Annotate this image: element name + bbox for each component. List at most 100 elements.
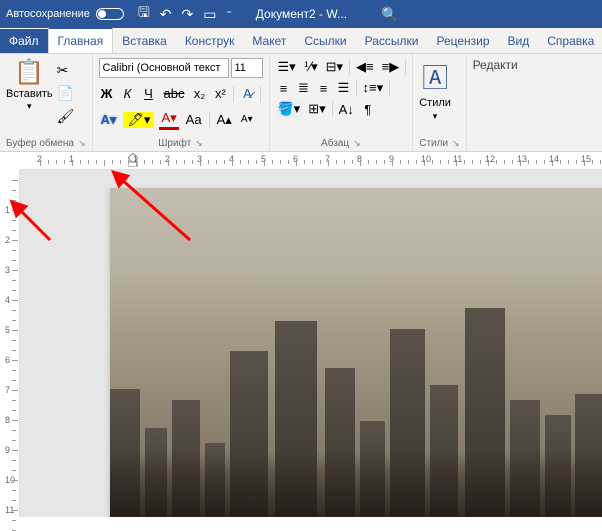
inserted-image[interactable] xyxy=(110,188,602,517)
ruler-number: 3 xyxy=(5,265,10,275)
underline-button[interactable]: Ч xyxy=(141,85,157,102)
horizontal-ruler[interactable]: ⌐ 2112345678910111213141516 xyxy=(20,152,602,170)
ruler-number: 2 xyxy=(5,235,10,245)
group-styles: 🄰 Стили ▾ Стили ↘ xyxy=(413,54,466,151)
toggle-switch-icon[interactable] xyxy=(96,8,124,20)
tab-insert[interactable]: Вставка xyxy=(113,29,176,53)
styles-button[interactable]: Стили xyxy=(419,97,451,109)
clipboard-launcher-icon[interactable]: ↘ xyxy=(78,138,86,149)
ruler-number: 11 xyxy=(453,154,462,164)
copy-icon[interactable]: 📄 xyxy=(57,85,75,102)
increase-indent-button[interactable]: ≡▶ xyxy=(380,58,402,76)
ruler-number: 8 xyxy=(5,415,10,425)
font-color-button[interactable]: A▾ xyxy=(159,109,178,130)
multilevel-button[interactable]: ⊟▾ xyxy=(324,58,345,76)
group-font: Ж К Ч abc x₂ x² A̷ A▾ 🖊▾ A▾ Aa A▴ A▾ Шри… xyxy=(93,54,270,151)
font-label: Шрифт xyxy=(158,138,191,149)
paste-button[interactable]: Вставить xyxy=(6,88,53,100)
ruler-number: 15 xyxy=(581,154,591,164)
ruler-number: 5 xyxy=(5,325,10,335)
format-painter-icon[interactable]: 🖌 xyxy=(57,108,75,125)
ruler-number: 13 xyxy=(517,154,527,164)
redo-icon[interactable]: ↷ xyxy=(182,6,194,23)
ruler-number: 6 xyxy=(5,355,10,365)
tab-view[interactable]: Вид xyxy=(499,29,539,53)
tab-review[interactable]: Рецензир xyxy=(427,29,498,53)
separator xyxy=(405,59,406,75)
group-editing: Редакти xyxy=(467,54,524,151)
autosave-toggle[interactable]: Автосохранение xyxy=(6,8,124,20)
search-icon[interactable]: 🔍 xyxy=(381,6,398,23)
align-center-button[interactable]: ≣ xyxy=(296,79,312,97)
borders-button[interactable]: ⊞▾ xyxy=(306,100,327,118)
bold-button[interactable]: Ж xyxy=(99,85,115,102)
sort-button[interactable]: A↓ xyxy=(337,101,356,118)
strike-button[interactable]: abc xyxy=(162,85,187,102)
document-title: Документ2 - W... xyxy=(256,7,347,21)
paste-icon[interactable]: 📋 xyxy=(14,58,44,87)
tab-layout[interactable]: Макет xyxy=(243,29,295,53)
font-launcher-icon[interactable]: ↘ xyxy=(195,138,203,149)
ruler-number: 10 xyxy=(421,154,431,164)
document-area: 1234567891011 xyxy=(0,170,602,517)
cut-icon[interactable]: ✂ xyxy=(57,62,75,79)
font-size-combo[interactable] xyxy=(231,58,263,78)
char-button[interactable]: Aa xyxy=(184,111,204,128)
tab-file[interactable]: Файл xyxy=(0,29,48,53)
vertical-ruler[interactable]: 1234567891011 xyxy=(0,170,20,517)
bullets-button[interactable]: ☰▾ xyxy=(276,58,298,76)
styles-icon[interactable]: 🄰 xyxy=(422,58,448,95)
tab-help[interactable]: Справка xyxy=(538,29,602,53)
font-name-combo[interactable] xyxy=(99,58,229,78)
quick-access-toolbar: 🖫 ↶ ↷ ▭ ⁼ xyxy=(138,2,232,26)
undo-icon[interactable]: ↶ xyxy=(160,6,172,23)
separator xyxy=(349,59,350,75)
separator xyxy=(356,80,357,96)
shrink-font-button[interactable]: A▾ xyxy=(239,113,255,126)
align-right-button[interactable]: ≡ xyxy=(316,80,332,97)
qat-dropdown-icon[interactable]: ⁼ xyxy=(227,9,232,20)
group-paragraph: ☰▾ ⅟▾ ⊟▾ ◀≡ ≡▶ ≡ ≣ ≡ ☰ ↕≡▾ 🪣▾ ⊞▾ xyxy=(270,54,414,151)
tab-references[interactable]: Ссылки xyxy=(295,29,355,53)
ruler-number: 14 xyxy=(549,154,559,164)
paragraph-label: Абзац xyxy=(321,138,349,149)
tab-design[interactable]: Конструк xyxy=(176,29,244,53)
line-spacing-button[interactable]: ↕≡▾ xyxy=(361,79,386,97)
save-icon[interactable]: 🖫 xyxy=(138,2,150,26)
grow-font-button[interactable]: A▴ xyxy=(215,111,234,129)
numbering-button[interactable]: ⅟▾ xyxy=(302,58,320,76)
superscript-button[interactable]: x² xyxy=(212,85,228,102)
separator xyxy=(233,86,234,102)
subscript-button[interactable]: x₂ xyxy=(191,85,207,102)
highlight-button[interactable]: 🖊▾ xyxy=(123,112,154,128)
separator xyxy=(209,112,210,128)
editing-label[interactable]: Редакти xyxy=(473,58,518,72)
ruler-number: 7 xyxy=(5,385,10,395)
decrease-indent-button[interactable]: ◀≡ xyxy=(354,58,376,76)
italic-button[interactable]: К xyxy=(120,85,136,102)
styles-dropdown-icon[interactable]: ▾ xyxy=(433,111,438,122)
autosave-label: Автосохранение xyxy=(6,8,90,20)
styles-launcher-icon[interactable]: ↘ xyxy=(452,138,460,149)
paragraph-launcher-icon[interactable]: ↘ xyxy=(353,138,361,149)
page-canvas[interactable] xyxy=(20,170,602,517)
show-marks-button[interactable]: ¶ xyxy=(360,101,376,118)
ruler-number: 9 xyxy=(5,445,10,455)
ribbon: 📋 Вставить ▾ ✂ 📄 🖌 Буфер обмена ↘ Ж К Ч a… xyxy=(0,54,602,152)
shading-button[interactable]: 🪣▾ xyxy=(276,100,303,118)
ruler-number: 12 xyxy=(485,154,495,164)
group-clipboard: 📋 Вставить ▾ ✂ 📄 🖌 Буфер обмена ↘ xyxy=(0,54,93,151)
justify-button[interactable]: ☰ xyxy=(336,79,352,97)
tab-home[interactable]: Главная xyxy=(48,27,114,53)
touch-mode-icon[interactable]: ▭ xyxy=(203,6,216,23)
separator xyxy=(332,101,333,117)
align-left-button[interactable]: ≡ xyxy=(276,80,292,97)
clear-format-button[interactable]: A̷ xyxy=(239,85,255,102)
styles-label: Стили xyxy=(419,138,448,149)
tab-mailings[interactable]: Рассылки xyxy=(356,29,428,53)
ruler-number: 1 xyxy=(5,205,10,215)
clipboard-label: Буфер обмена xyxy=(6,138,74,149)
text-effects-button[interactable]: A▾ xyxy=(99,111,119,129)
ruler-number: 4 xyxy=(5,295,10,305)
paste-dropdown-icon[interactable]: ▾ xyxy=(27,101,32,112)
